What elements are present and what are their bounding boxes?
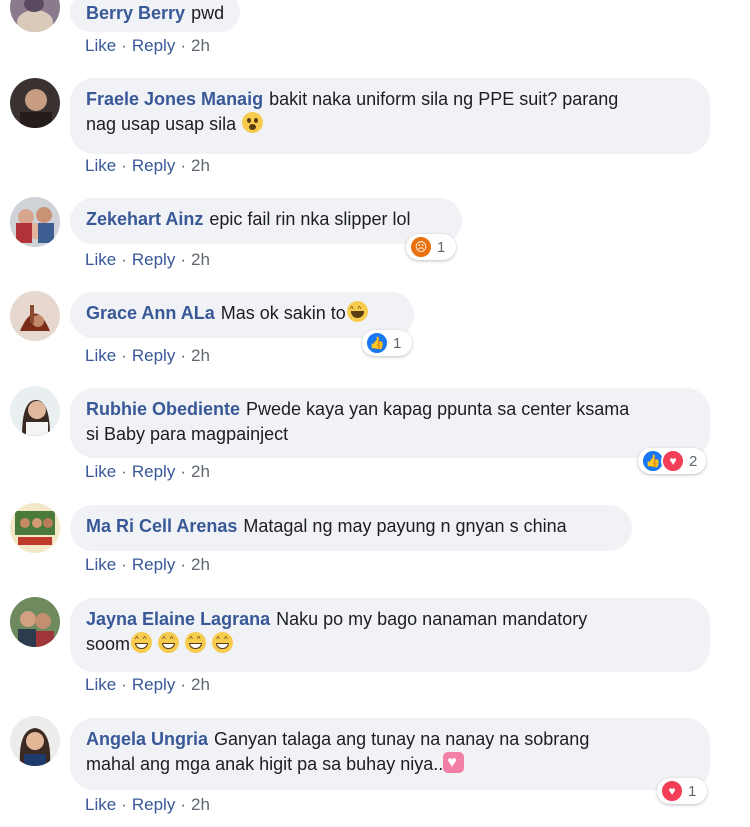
comment-text-line2: nag usap usap sila — [86, 114, 237, 134]
comment-author[interactable]: Berry Berry — [86, 3, 185, 23]
like-button[interactable]: Like — [85, 462, 116, 481]
angry-reaction-icon: ☹ — [409, 235, 433, 259]
reply-button[interactable]: Reply — [132, 36, 175, 55]
avatar[interactable] — [10, 503, 60, 553]
timestamp[interactable]: 2h — [191, 156, 210, 175]
reaction-summary[interactable]: ☹ 1 — [406, 234, 456, 260]
grinning-face-icon: ^^ — [131, 632, 153, 653]
grinning-face-icon: ^^ — [158, 632, 180, 653]
comment-actions: Like · Reply · 2h — [85, 462, 210, 481]
comment-bubble: Zekehart Ainz epic fail rin nka slipper l… — [70, 198, 462, 244]
reply-button[interactable]: Reply — [132, 795, 175, 814]
reaction-count: 1 — [393, 334, 402, 352]
comment-author[interactable]: Angela Ungria — [86, 729, 208, 749]
reaction-count: 2 — [689, 452, 698, 470]
comment-actions: Like · Reply · 2h — [85, 346, 210, 365]
timestamp[interactable]: 2h — [191, 462, 210, 481]
comment-actions: Like · Reply · 2h — [85, 36, 210, 55]
timestamp[interactable]: 2h — [191, 346, 210, 365]
comment-actions: Like · Reply · 2h — [85, 250, 210, 269]
comment-bubble: Fraele Jones Manaig bakit naka uniform si… — [70, 78, 710, 154]
love-reaction-icon: ♥ — [660, 779, 684, 803]
avatar[interactable] — [10, 291, 60, 341]
comment-bubble: Rubhie Obediente Pwede kaya yan kapag ppu… — [70, 388, 710, 458]
comment-actions: Like · Reply · 2h — [85, 675, 210, 694]
grinning-face-icon: ^^ — [185, 632, 207, 653]
comment-text: pwd — [191, 3, 225, 23]
comment-text: Ganyan talaga ang tunay na nanay na sobr… — [214, 729, 590, 749]
comment-author[interactable]: Rubhie Obediente — [86, 399, 240, 419]
like-button[interactable]: Like — [85, 795, 116, 814]
comment-actions: Like · Reply · 2h — [85, 795, 210, 814]
like-button[interactable]: Like — [85, 250, 116, 269]
like-button[interactable]: Like — [85, 36, 116, 55]
timestamp[interactable]: 2h — [191, 555, 210, 574]
avatar[interactable] — [10, 197, 60, 247]
reaction-count: 1 — [688, 782, 697, 800]
reply-button[interactable]: Reply — [132, 462, 175, 481]
laughing-face-icon: ^^ — [346, 301, 368, 322]
comment-text: Mas ok sakin to — [220, 303, 346, 323]
comment-bubble: Berry Berry pwd — [70, 0, 241, 32]
comment-author[interactable]: Fraele Jones Manaig — [86, 89, 263, 109]
comment-actions: Like · Reply · 2h — [85, 555, 210, 574]
avatar[interactable] — [10, 78, 60, 128]
reply-button[interactable]: Reply — [132, 555, 175, 574]
like-button[interactable]: Like — [85, 156, 116, 175]
avatar[interactable] — [10, 597, 60, 647]
reply-button[interactable]: Reply — [132, 250, 175, 269]
comment-text-line2: si Baby para magpainject — [86, 424, 289, 444]
comment-author[interactable]: Ma Ri Cell Arenas — [86, 516, 237, 536]
comment-author[interactable]: Zekehart Ainz — [86, 209, 203, 229]
heart-icon — [443, 752, 465, 773]
grinning-face-icon: ^^ — [212, 632, 234, 653]
reply-button[interactable]: Reply — [132, 156, 175, 175]
comment-text: epic fail rin nka slipper lol — [209, 209, 411, 229]
love-reaction-icon: ♥ — [661, 449, 685, 473]
comment-text-line2: mahal ang mga anak higit pa sa buhay niy… — [86, 754, 444, 774]
reaction-summary[interactable]: 👍 1 — [362, 330, 412, 356]
comment-text-line2: soom — [86, 634, 131, 654]
comment-bubble: Ma Ri Cell Arenas Matagal ng may payung n… — [70, 505, 632, 551]
avatar[interactable] — [10, 386, 60, 436]
reaction-summary[interactable]: ♥ 1 — [657, 778, 707, 804]
comment-actions: Like · Reply · 2h — [85, 156, 210, 175]
comment-text: Pwede kaya yan kapag ppunta sa center ks… — [246, 399, 630, 419]
like-button[interactable]: Like — [85, 346, 116, 365]
comment-bubble: Angela Ungria Ganyan talaga ang tunay na … — [70, 718, 710, 790]
avatar[interactable] — [10, 0, 60, 32]
reply-button[interactable]: Reply — [132, 346, 175, 365]
like-reaction-icon: 👍 — [365, 331, 389, 355]
like-button[interactable]: Like — [85, 675, 116, 694]
reaction-summary[interactable]: 👍 ♥ 2 — [638, 448, 706, 474]
timestamp[interactable]: 2h — [191, 675, 210, 694]
avatar[interactable] — [10, 716, 60, 766]
comment-text: bakit naka uniform sila ng PPE suit? par… — [269, 89, 619, 109]
timestamp[interactable]: 2h — [191, 250, 210, 269]
comment-text: Matagal ng may payung n gnyan s china — [243, 516, 567, 536]
reaction-count: 1 — [437, 238, 446, 256]
comment-text: Naku po my bago nanaman mandatory — [276, 609, 588, 629]
like-button[interactable]: Like — [85, 555, 116, 574]
comment-author[interactable]: Grace Ann ALa — [86, 303, 215, 323]
shocked-face-icon — [242, 112, 264, 133]
comment-author[interactable]: Jayna Elaine Lagrana — [86, 609, 270, 629]
timestamp[interactable]: 2h — [191, 795, 210, 814]
timestamp[interactable]: 2h — [191, 36, 210, 55]
reply-button[interactable]: Reply — [132, 675, 175, 694]
comment-bubble: Grace Ann ALa Mas ok sakin to ^^ — [70, 292, 414, 338]
comment-bubble: Jayna Elaine Lagrana Naku po my bago nana… — [70, 598, 710, 672]
